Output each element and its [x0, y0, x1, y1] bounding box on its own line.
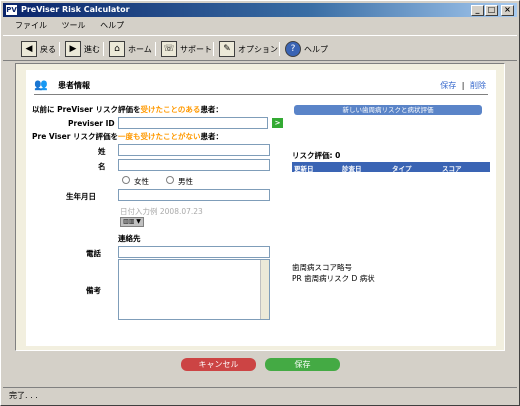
support-icon: ☏	[161, 41, 177, 57]
existing-prefix: 以前に PreViser リスク評価を	[32, 105, 141, 114]
link-separator: |	[461, 81, 465, 90]
header-divider	[34, 94, 488, 95]
dob-label: 生年月日	[66, 192, 96, 201]
forward-label: 進む	[84, 44, 100, 54]
save-button[interactable]: 保存	[265, 358, 340, 371]
risk-evaluation-title: リスク評価: 0	[292, 151, 341, 160]
existing-patient-heading: 以前に PreViser リスク評価を受けたことのある患者：	[32, 104, 223, 115]
save-link[interactable]: 保存	[440, 81, 456, 90]
female-label: 女性	[134, 177, 149, 186]
header-links: 保存 | 削除	[440, 80, 486, 91]
app-icon: PV	[6, 5, 17, 15]
new-prefix: Pre Viser リスク評価を	[32, 132, 118, 141]
last-name-label: 姓	[98, 147, 106, 156]
toolbar-separator	[213, 42, 214, 56]
new-highlight: 一度も受けたことがない	[118, 132, 201, 141]
date-hint: 日付入力例 2008.07.23	[120, 207, 203, 216]
cancel-button[interactable]: キャンセル	[181, 358, 256, 371]
score-legend-title: 歯周病スコア略号	[292, 263, 352, 272]
col-type[interactable]: タイプ	[392, 163, 412, 173]
maximize-button[interactable]: □	[485, 5, 498, 16]
home-icon: ⌂	[109, 41, 125, 57]
existing-highlight: 受けたことのある	[140, 105, 201, 114]
home-button[interactable]: ⌂ ホーム	[109, 40, 152, 58]
phone-field[interactable]	[118, 246, 270, 258]
male-radio[interactable]	[166, 176, 174, 184]
app-window: PV PreViser Risk Calculator _ □ × ファイル ツ…	[0, 0, 520, 406]
panel-title: 患者情報	[58, 81, 90, 90]
male-label: 男性	[178, 177, 193, 186]
calendar-icon[interactable]: ▥▥ ▼	[120, 217, 144, 227]
menu-file[interactable]: ファイル	[15, 19, 47, 33]
new-suffix: 患者：	[200, 132, 224, 141]
toolbar-separator	[155, 42, 156, 56]
patient-panel: 👥 患者情報 保存 | 削除 以前に PreViser リスク評価を受けたことの…	[26, 70, 496, 346]
forward-button[interactable]: ▶ 進む	[65, 40, 100, 58]
status-bar: 完了. . .	[3, 387, 517, 403]
toolbar-separator	[103, 42, 104, 56]
options-button[interactable]: ✎ オプション	[219, 40, 278, 58]
forward-arrow-icon: ▶	[65, 41, 81, 57]
previser-id-label: Previser ID	[68, 119, 115, 128]
window-title: PreViser Risk Calculator	[21, 5, 130, 14]
back-arrow-icon: ◀	[21, 41, 37, 57]
previser-id-go-button[interactable]: >	[272, 118, 283, 128]
back-button[interactable]: ◀ 戻る	[21, 40, 56, 58]
col-updated[interactable]: 更新日	[294, 163, 314, 173]
notes-label: 備考	[86, 286, 101, 295]
col-exam-date[interactable]: 診査日	[342, 163, 362, 173]
existing-suffix: 患者：	[200, 105, 223, 114]
help-icon: ?	[285, 41, 301, 57]
menu-help[interactable]: ヘルプ	[100, 19, 124, 33]
support-button[interactable]: ☏ サポート	[161, 40, 212, 58]
menu-bar: ファイル ツール ヘルプ	[3, 19, 517, 33]
title-bar: PV PreViser Risk Calculator _ □ ×	[3, 3, 517, 17]
toolbar-separator	[279, 42, 280, 56]
delete-link[interactable]: 削除	[470, 81, 486, 90]
patients-icon: 👥	[34, 78, 48, 91]
options-label: オプション	[238, 44, 278, 54]
toolbar: ◀ 戻る ▶ 進む ⌂ ホーム ☏ サポート ✎ オプション ? ヘルプ	[3, 35, 517, 61]
back-label: 戻る	[40, 44, 56, 54]
notes-scrollbar[interactable]	[260, 260, 269, 319]
help-button[interactable]: ? ヘルプ	[285, 40, 328, 58]
contact-label: 連絡先	[118, 234, 141, 243]
score-legend: PR 歯周病リスク D 病状	[292, 274, 375, 283]
notes-textarea[interactable]	[118, 259, 270, 320]
close-button[interactable]: ×	[501, 5, 514, 16]
dob-field[interactable]	[118, 189, 270, 201]
menu-tools[interactable]: ツール	[62, 19, 86, 33]
content-area: 👥 患者情報 保存 | 削除 以前に PreViser リスク評価を受けたことの…	[15, 63, 505, 351]
support-label: サポート	[180, 44, 212, 54]
home-label: ホーム	[128, 44, 152, 54]
female-radio[interactable]	[122, 176, 130, 184]
new-evaluation-button[interactable]: 新しい歯周病リスクと病状評価	[294, 105, 482, 115]
help-label: ヘルプ	[304, 44, 328, 54]
risk-table-header: 更新日 診査日 タイプ スコア	[292, 162, 490, 173]
phone-label: 電話	[86, 249, 101, 258]
previser-id-field[interactable]	[118, 117, 268, 129]
minimize-button[interactable]: _	[471, 5, 484, 16]
toolbar-separator	[59, 42, 60, 56]
new-patient-heading: Pre Viser リスク評価を一度も受けたことがない患者：	[32, 131, 223, 142]
first-name-field[interactable]	[118, 159, 270, 171]
col-score[interactable]: スコア	[442, 163, 462, 173]
first-name-label: 名	[98, 162, 106, 171]
last-name-field[interactable]	[118, 144, 270, 156]
options-icon: ✎	[219, 41, 235, 57]
